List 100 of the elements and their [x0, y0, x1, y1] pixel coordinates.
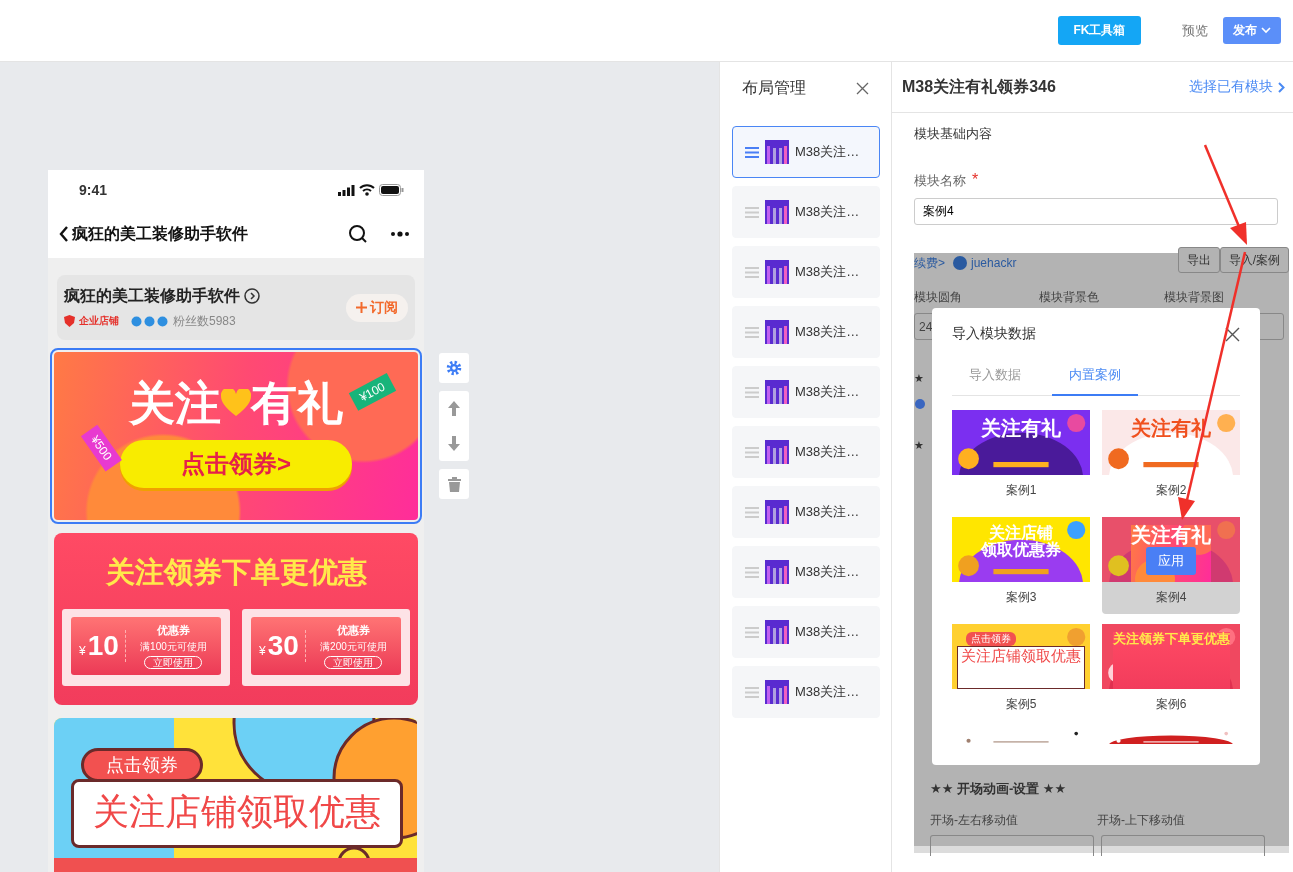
export-button[interactable]: 导出	[1177, 247, 1220, 273]
move-down-icon[interactable]	[448, 436, 460, 451]
more-icon[interactable]	[390, 231, 410, 237]
choose-module-link[interactable]: 选择已有模块	[1189, 78, 1285, 96]
caret-icon	[1261, 27, 1271, 34]
star-mark: ★	[914, 439, 924, 452]
field-label: 开场-左右移动值	[930, 812, 1019, 829]
module-title: M38关注有礼领券346	[902, 76, 1056, 97]
layout-item[interactable]: M38关注…	[732, 186, 880, 238]
dialog-title: 导入模块数据	[952, 325, 1036, 343]
layout-item[interactable]: M38关注…	[732, 426, 880, 478]
drag-handle-icon[interactable]	[745, 326, 759, 338]
drag-handle-icon[interactable]	[745, 266, 759, 278]
wifi-icon	[359, 184, 375, 196]
case-card[interactable]: 关注领券下单更优惠 案例6	[1102, 624, 1240, 721]
field-label: 模块背景图	[1164, 289, 1225, 306]
thumbnail-title: 关注店铺领取优惠	[957, 646, 1085, 689]
drag-handle-icon[interactable]	[745, 566, 759, 578]
coupon-amount: 10	[87, 630, 119, 662]
tab[interactable]: 内置案例	[1052, 360, 1138, 396]
banner-title: 有礼	[251, 380, 343, 426]
section-title: 模块基础内容	[914, 125, 993, 143]
thumbnail-title: 关注领券下单更优惠	[1112, 632, 1230, 689]
field-label: 模块名称	[914, 173, 966, 188]
heart-icon	[221, 389, 251, 417]
coupon-button[interactable]: 点击领券>	[120, 440, 352, 488]
case-caption: 案例4	[1155, 589, 1187, 606]
item-label: M38关注…	[795, 143, 860, 161]
layout-item[interactable]: M38关注…	[732, 126, 880, 178]
coupon-rule: 满200元可使用	[320, 640, 387, 654]
layout-item[interactable]: M38关注…	[732, 666, 880, 718]
currency-sign: ¥	[259, 644, 266, 658]
item-label: M38关注…	[795, 383, 860, 401]
medal-icons	[131, 315, 169, 327]
currency-sign: ¥	[79, 644, 86, 658]
settings-button[interactable]	[439, 353, 469, 383]
layout-item[interactable]: M38关注…	[732, 546, 880, 598]
promo-banner[interactable]: 关注领券下单更优惠 ¥10 优惠券 满100元可使用 立即使用 ¥30 优惠券 满200元可使用 立即使用	[54, 533, 418, 705]
layout-item[interactable]: M38关注…	[732, 306, 880, 358]
item-label: M38关注…	[795, 443, 860, 461]
panel-title: 布局管理	[742, 77, 806, 98]
apply-button[interactable]: 应用	[1146, 547, 1196, 575]
drag-handle-icon[interactable]	[745, 146, 759, 158]
price-tag: ¥100	[349, 373, 397, 411]
gear-icon	[446, 360, 462, 376]
tag-label: 点击领券	[81, 748, 203, 782]
layout-item[interactable]: M38关注…	[732, 486, 880, 538]
coupon-amount: 30	[267, 630, 299, 662]
move-up-icon[interactable]	[448, 401, 460, 416]
case-card[interactable]: 关注有礼 应用 案例4	[1102, 517, 1240, 614]
case-card[interactable]: 关注店铺 领取优惠券 案例3	[952, 517, 1090, 614]
layout-item[interactable]: M38关注…	[732, 366, 880, 418]
banner-title: 关注领券下单更优惠	[105, 555, 367, 590]
field-label: 模块圆角	[914, 289, 963, 306]
store-label: 企业店铺	[79, 314, 119, 328]
back-icon[interactable]	[58, 225, 70, 243]
item-label: M38关注…	[795, 683, 860, 701]
close-icon[interactable]	[856, 81, 869, 95]
chevron-right-icon	[1278, 81, 1285, 93]
close-icon[interactable]	[1225, 326, 1240, 342]
case-card[interactable]: 点击领券 关注店铺领取优惠 案例5	[952, 624, 1090, 721]
item-label: M38关注…	[795, 503, 860, 521]
shop-name: 疯狂的美工装修助手软件	[64, 285, 240, 306]
case-caption: 案例3	[1005, 589, 1037, 606]
drag-handle-icon[interactable]	[745, 206, 759, 218]
promo-banner[interactable]: 点击领券 关注店铺领取优惠	[54, 718, 418, 872]
thumbnail-title: 领取优惠券	[981, 541, 1061, 559]
battery-icon	[379, 184, 404, 196]
signal-icon	[338, 184, 355, 196]
search-icon[interactable]	[348, 224, 368, 244]
item-label: M38关注…	[795, 203, 860, 221]
drag-handle-icon[interactable]	[745, 686, 759, 698]
item-label: M38关注…	[795, 323, 860, 341]
avatar-icon	[953, 256, 967, 270]
field-label: 模块背景色	[1039, 289, 1100, 306]
layout-item[interactable]: M38关注…	[732, 606, 880, 658]
trash-icon	[447, 476, 461, 492]
drag-handle-icon[interactable]	[745, 506, 759, 518]
delete-button[interactable]	[439, 469, 469, 499]
preview-link[interactable]: 预览	[1182, 21, 1208, 40]
layout-item[interactable]: M38关注…	[732, 246, 880, 298]
status-time: 9:41	[79, 182, 108, 198]
item-label: M38关注…	[795, 263, 860, 281]
field-label: 开场-上下移动值	[1097, 812, 1186, 829]
case-caption: 案例5	[1005, 696, 1037, 713]
chevron-circle-icon[interactable]	[244, 288, 260, 304]
name-input[interactable]: 案例4	[914, 198, 1278, 225]
page-title: 疯狂的美工装修助手软件	[72, 223, 249, 244]
case-card[interactable]: 关注有礼 案例1	[952, 410, 1090, 507]
star-mark: ★	[914, 372, 924, 385]
drag-handle-icon[interactable]	[745, 386, 759, 398]
drag-handle-icon[interactable]	[745, 446, 759, 458]
radio-icon[interactable]	[915, 399, 925, 409]
case-caption: 案例6	[1155, 696, 1187, 713]
tag-label: 点击领券	[966, 632, 1016, 646]
drag-handle-icon[interactable]	[745, 626, 759, 638]
fans-count: 粉丝数5983	[173, 312, 236, 330]
thumbnail-title: 关注有礼	[981, 418, 1061, 439]
banner-title: 关注	[129, 380, 221, 426]
scrollbar[interactable]	[914, 846, 1289, 853]
